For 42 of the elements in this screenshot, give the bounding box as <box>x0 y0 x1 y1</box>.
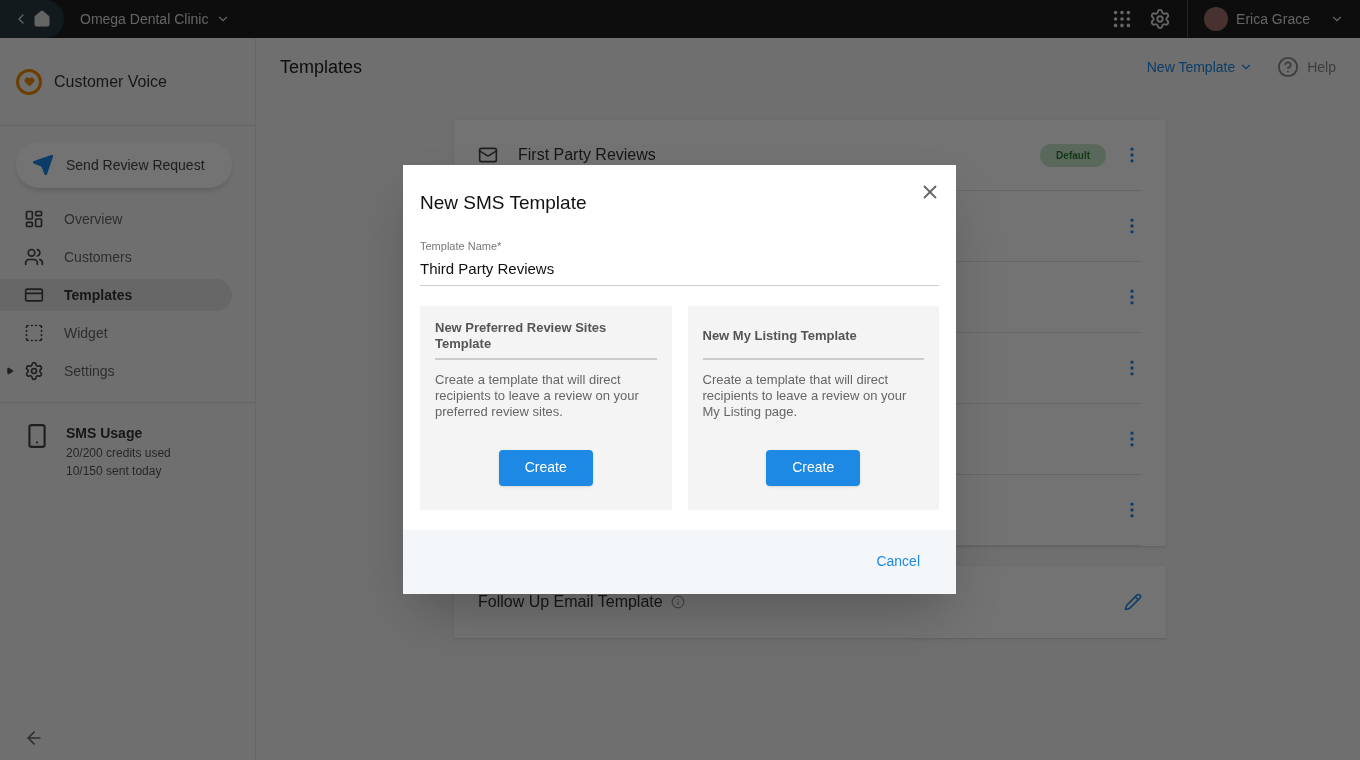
follow-up-title: Follow Up Email Template <box>478 592 663 612</box>
logo-icon <box>16 68 42 95</box>
option-description: Create a template that will direct recipients to leave a review on your preferred review sites. <box>435 371 640 420</box>
card-icon <box>24 285 44 305</box>
overview-icon <box>24 209 44 229</box>
mail-icon <box>478 145 498 165</box>
product-name: Customer Voice <box>54 71 167 92</box>
dotted-square-icon <box>24 323 44 343</box>
option-description: Create a template that will direct recipients to leave a review on your My Listing page. <box>702 371 908 420</box>
home-icon <box>33 10 51 28</box>
usage-text: 20/200 credits used <box>66 445 171 462</box>
help-icon <box>1277 56 1300 78</box>
option-title: New My Listing Template <box>702 327 857 344</box>
send-review-request-button[interactable]: Send Review Request <box>16 142 232 188</box>
nav-item[interactable]: Widget <box>0 317 232 349</box>
nav-item[interactable]: Customers <box>0 241 232 273</box>
default-badge: Default <box>1040 143 1106 167</box>
nav-item[interactable]: Overview <box>0 203 232 235</box>
nav-item[interactable]: Settings <box>0 355 232 387</box>
edit-icon[interactable] <box>1124 593 1142 611</box>
home-button[interactable] <box>0 0 64 38</box>
gear-icon <box>24 361 44 381</box>
usage-title: SMS Usage <box>66 424 144 443</box>
dialog-title: New SMS Template <box>420 191 587 215</box>
cancel-button[interactable]: Cancel <box>876 551 920 572</box>
info-icon <box>670 595 685 609</box>
nav-item[interactable]: Templates <box>0 279 232 311</box>
settings-icon[interactable] <box>1149 8 1172 30</box>
user-menu[interactable]: Erica Grace <box>1188 7 1360 31</box>
create-button[interactable]: Create <box>498 449 593 486</box>
template-title: First Party Reviews <box>518 145 656 165</box>
page-title: Templates <box>280 55 363 79</box>
business-dropdown[interactable]: Omega Dental Clinic <box>80 8 231 30</box>
create-button[interactable]: Create <box>766 449 861 486</box>
option-title: New Preferred Review Sites Template <box>435 319 608 352</box>
template-name-field[interactable]: Template Name* Third Party Reviews <box>420 237 939 286</box>
usage-text: 10/150 sent today <box>66 463 163 480</box>
people-icon <box>24 247 44 267</box>
expand-icon[interactable] <box>6 367 14 375</box>
avatar <box>1204 7 1229 31</box>
send-icon <box>32 154 54 176</box>
new-template-button[interactable]: New Template <box>1146 56 1254 78</box>
